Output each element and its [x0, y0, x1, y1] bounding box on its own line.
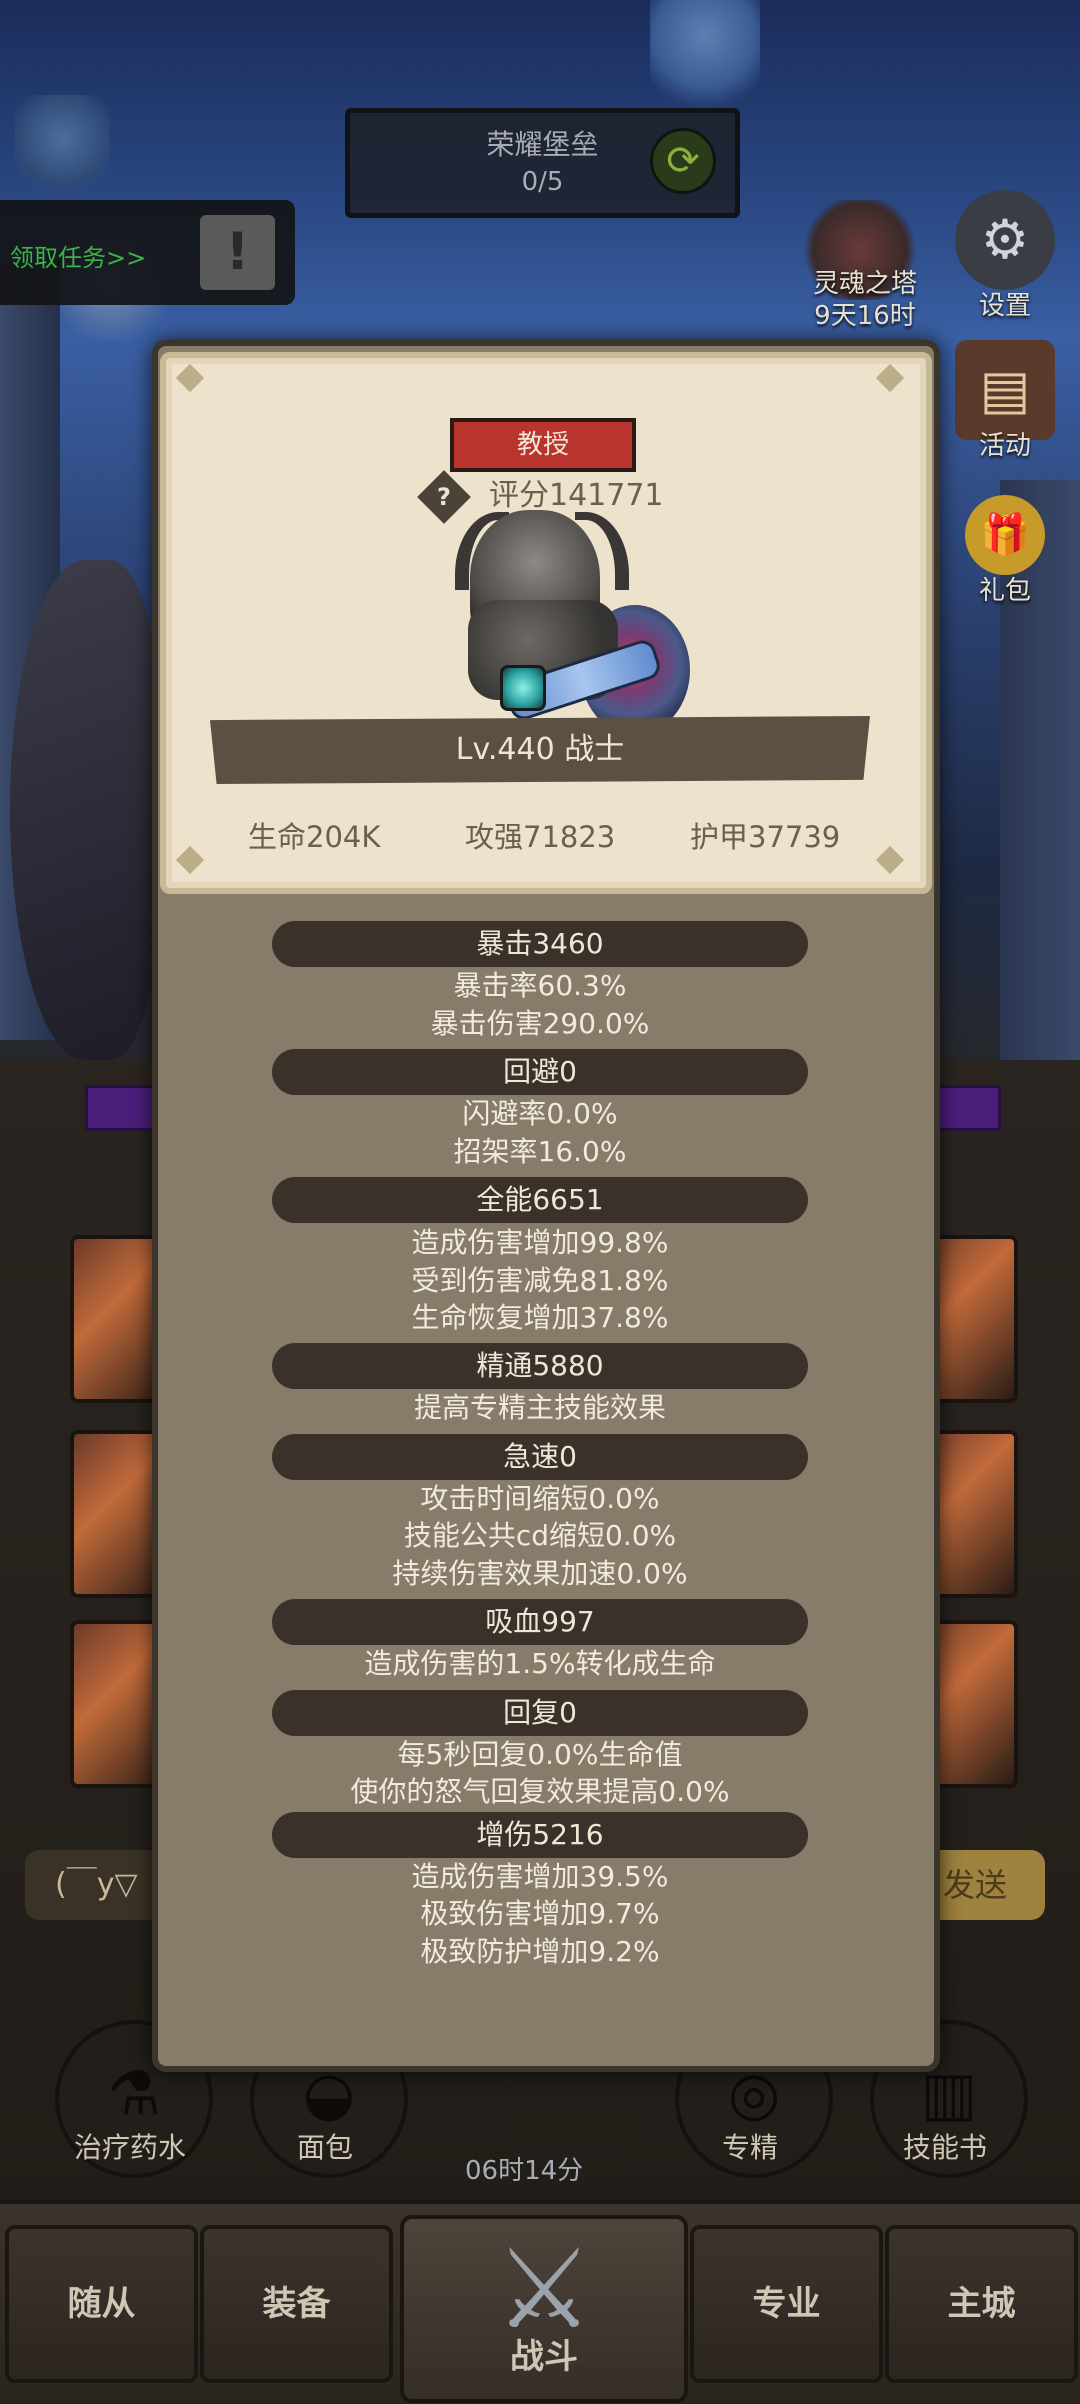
background-tower — [650, 0, 760, 120]
stat-line: 使你的怒气回复效果提高0.0% — [350, 1775, 730, 1808]
help-icon[interactable]: ? — [417, 469, 471, 524]
gear-icon[interactable]: ⚙ — [955, 190, 1055, 290]
stat-avoid: 回避0 — [272, 1049, 808, 1095]
skillbook-label: 技能书 — [902, 2131, 987, 2164]
stat-line: 造成伤害增加99.8% — [411, 1226, 669, 1259]
stat-line: 极致伤害增加9.7% — [420, 1897, 660, 1930]
rank-badge: 教授 — [450, 418, 636, 472]
bread-label: 面包 — [296, 2131, 353, 2164]
stat-mastery: 精通5880 — [272, 1343, 808, 1389]
background-tower-left — [15, 95, 110, 205]
stat-line: 招架率16.0% — [453, 1135, 627, 1168]
stat-line: 提高专精主技能效果 — [413, 1391, 666, 1424]
attack-stat: 攻强71823 — [465, 820, 616, 854]
hp-stat: 生命204K — [248, 820, 381, 854]
stat-line: 暴击伤害290.0% — [430, 1007, 650, 1040]
stat-line: 持续伤害效果加速0.0% — [392, 1557, 688, 1590]
activity-label[interactable]: 活动 — [945, 425, 1065, 462]
stat-lifesteal: 吸血997 — [272, 1599, 808, 1645]
settings-label[interactable]: 设置 — [945, 285, 1065, 322]
offline-timer: 06时14分 — [465, 2156, 584, 2186]
soul-tower-name: 灵魂之塔 — [812, 269, 917, 299]
background-wing — [10, 560, 160, 1060]
stat-line: 每5秒回复0.0%生命值 — [397, 1738, 683, 1771]
stat-line: 造成伤害的1.5%转化成生命 — [364, 1647, 716, 1680]
stat-line: 技能公共cd缩短0.0% — [403, 1519, 677, 1552]
score-text: 评分141771 — [489, 478, 664, 513]
stat-line: 暴击率60.3% — [453, 969, 627, 1002]
stat-line: 闪避率0.0% — [462, 1097, 618, 1130]
stat-damage-bonus: 增伤5216 — [272, 1812, 808, 1858]
gift-icon[interactable]: 🎁 — [965, 495, 1045, 575]
spec-label: 专精 — [721, 2131, 778, 2164]
exclamation-icon[interactable]: ! — [200, 215, 275, 290]
stat-haste: 急速0 — [272, 1434, 808, 1480]
stat-line: 生命恢复增加37.8% — [411, 1301, 669, 1334]
nav-battle[interactable]: ⚔ 战斗 — [400, 2215, 688, 2403]
soul-tower-timer: 9天16时 — [814, 301, 916, 331]
nav-equipment[interactable]: 装备 — [200, 2225, 393, 2383]
potion-label: 治疗药水 — [73, 2131, 186, 2164]
nav-city[interactable]: 主城 — [885, 2225, 1078, 2383]
hero-gem — [500, 665, 546, 711]
boss-hp-bar-left — [85, 1085, 161, 1131]
stat-line: 极致防护增加9.2% — [420, 1935, 660, 1968]
stat-line: 造成伤害增加39.5% — [411, 1860, 669, 1893]
stat-versatility: 全能6651 — [272, 1177, 808, 1223]
refresh-icon[interactable]: ⟳ — [650, 128, 716, 194]
quest-label[interactable]: 领取任务>> — [10, 238, 146, 273]
armor-stat: 护甲37739 — [690, 820, 841, 854]
stat-line: 攻击时间缩短0.0% — [420, 1482, 660, 1515]
gift-label[interactable]: 礼包 — [945, 570, 1065, 607]
hero-level-class: Lv.440 战士 — [210, 716, 870, 784]
nav-battle-label: 战斗 — [510, 2337, 578, 2377]
soul-tower-label[interactable]: 灵魂之塔 9天16时 — [790, 268, 940, 332]
stat-line: 受到伤害减免81.8% — [411, 1264, 669, 1297]
nav-followers[interactable]: 随从 — [5, 2225, 198, 2383]
nav-profession[interactable]: 专业 — [690, 2225, 883, 2383]
stat-regen: 回复0 — [272, 1690, 808, 1736]
stat-crit: 暴击3460 — [272, 921, 808, 967]
